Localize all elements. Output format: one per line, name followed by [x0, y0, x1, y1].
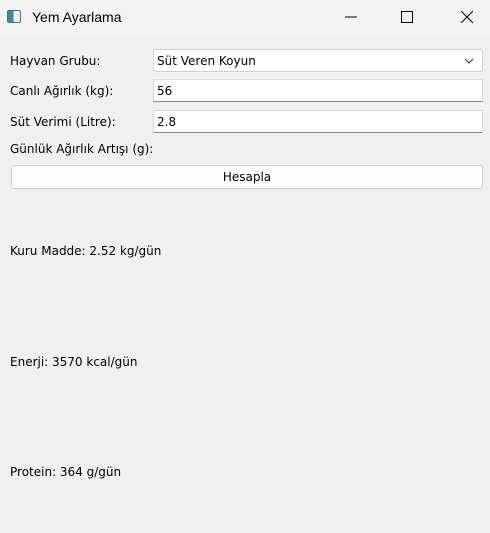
minimize-button[interactable]: [328, 0, 374, 34]
animal-group-label: Hayvan Grubu:: [10, 54, 101, 68]
close-icon: [461, 11, 473, 23]
calculate-button[interactable]: Hesapla: [11, 165, 483, 189]
live-weight-value: 56: [157, 84, 173, 98]
app-icon: [7, 10, 21, 23]
animal-group-select[interactable]: Süt Veren Koyun: [153, 49, 483, 72]
daily-gain-label: Günlük Ağırlık Artışı (g):: [10, 142, 154, 156]
milk-yield-input[interactable]: 2.8: [153, 110, 483, 133]
dry-matter-result: Kuru Madde: 2.52 kg/gün: [10, 244, 162, 258]
animal-group-value: Süt Veren Koyun: [157, 54, 256, 68]
window-title: Yem Ayarlama: [32, 9, 122, 25]
maximize-button[interactable]: [384, 0, 430, 34]
maximize-icon: [401, 11, 413, 23]
close-button[interactable]: [444, 0, 490, 34]
title-bar[interactable]: Yem Ayarlama: [0, 0, 490, 34]
milk-yield-value: 2.8: [157, 115, 177, 129]
protein-result: Protein: 364 g/gün: [10, 465, 122, 479]
chevron-down-icon: [464, 58, 474, 64]
milk-yield-label: Süt Verimi (Litre):: [10, 115, 116, 129]
live-weight-input[interactable]: 56: [153, 79, 483, 102]
app-window: Yem Ayarlama Hayvan Grubu: Süt Veren Koy…: [0, 0, 490, 533]
live-weight-label: Canlı Ağırlık (kg):: [10, 84, 114, 98]
minimize-icon: [345, 16, 357, 18]
energy-result: Enerji: 3570 kcal/gün: [10, 355, 138, 369]
